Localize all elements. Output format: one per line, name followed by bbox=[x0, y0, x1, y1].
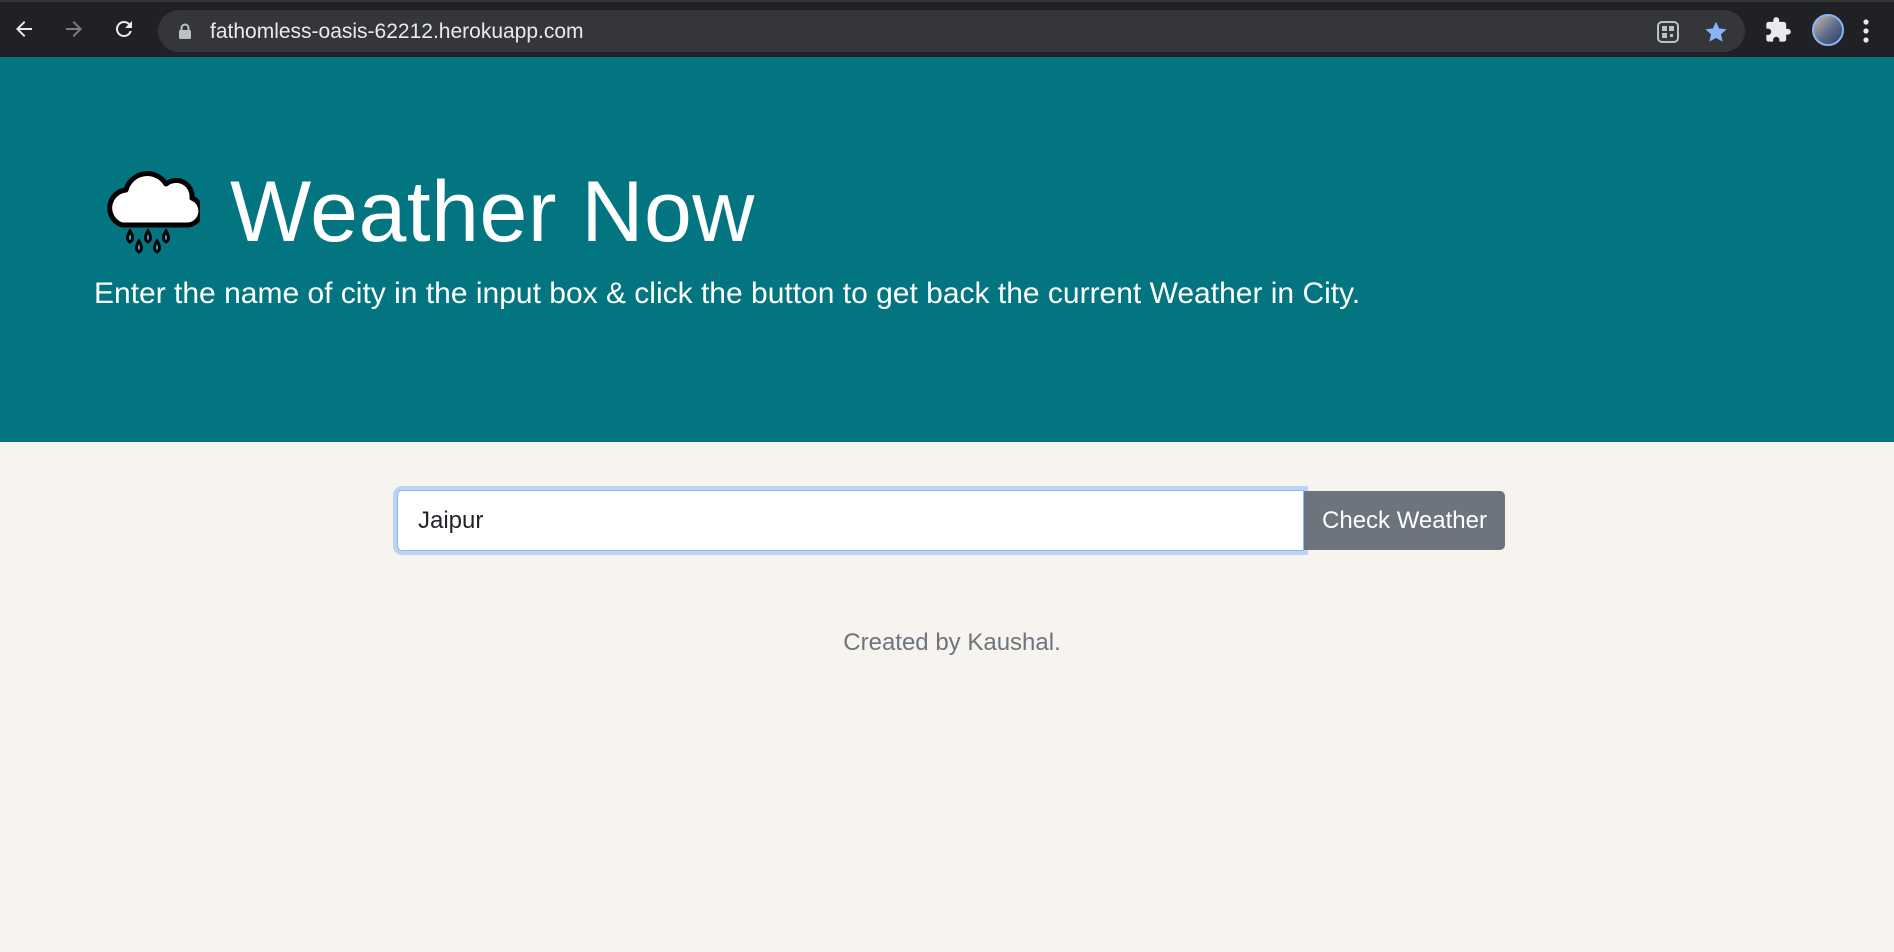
address-bar[interactable]: fathomless-oasis-62212.herokuapp.com bbox=[158, 10, 1745, 52]
arrow-right-icon bbox=[66, 21, 82, 37]
weather-search-form: Check Weather bbox=[397, 490, 1505, 551]
star-icon[interactable] bbox=[1703, 19, 1729, 45]
page-title: Weather Now bbox=[230, 164, 755, 260]
arrow-left-icon bbox=[16, 21, 32, 37]
lock-icon bbox=[179, 23, 191, 39]
page-subtitle: Enter the name of city in the input box … bbox=[94, 277, 1361, 310]
check-weather-button[interactable]: Check Weather bbox=[1304, 491, 1505, 550]
url-text[interactable]: fathomless-oasis-62212.herokuapp.com bbox=[210, 20, 584, 44]
cloud-with-rain-icon bbox=[107, 171, 200, 254]
reload-icon bbox=[115, 20, 132, 37]
browser-toolbar: fathomless-oasis-62212.herokuapp.com bbox=[0, 0, 1894, 57]
footer-credit: Created by Kaushal. bbox=[843, 629, 1061, 656]
city-input[interactable] bbox=[397, 490, 1304, 551]
reload-button[interactable] bbox=[106, 11, 142, 47]
hero-banner: Weather Now Enter the name of city in th… bbox=[0, 57, 1894, 442]
forward-button[interactable] bbox=[56, 11, 92, 47]
title-row: Weather Now bbox=[100, 167, 755, 257]
qr-code-icon[interactable] bbox=[1655, 19, 1681, 45]
profile-avatar[interactable] bbox=[1812, 14, 1844, 46]
puzzle-icon[interactable] bbox=[1764, 16, 1792, 44]
back-button[interactable] bbox=[6, 11, 42, 47]
kebab-menu-icon[interactable] bbox=[1862, 18, 1870, 44]
